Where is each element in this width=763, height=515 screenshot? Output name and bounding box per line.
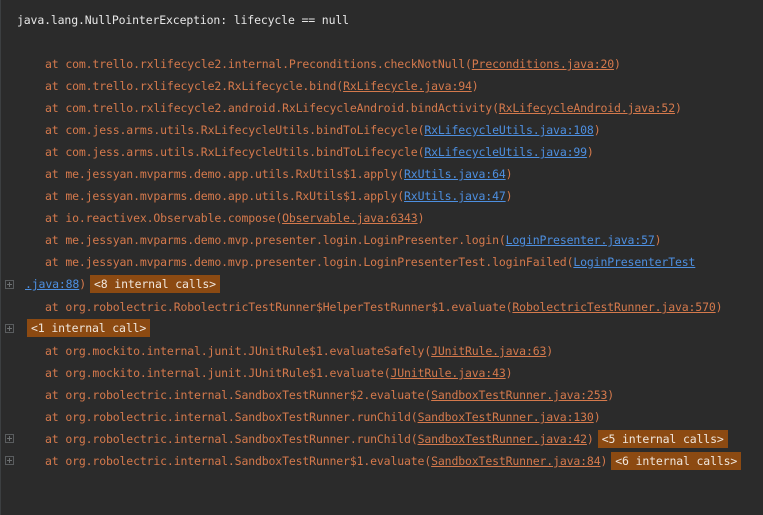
source-link[interactable]: SandboxTestRunner.java:84	[431, 454, 600, 468]
plus-square-icon[interactable]	[5, 280, 14, 289]
frame-at: at	[45, 123, 66, 137]
source-link[interactable]: LoginPresenter.java:57	[506, 233, 655, 247]
frame-at: at	[45, 233, 66, 247]
source-link[interactable]: RxLifecycleUtils.java:99	[424, 145, 587, 159]
source-link[interactable]: RxUtils.java:47	[404, 189, 506, 203]
stack-frame: at io.reactivex.Observable.compose(Obser…	[45, 211, 425, 225]
source-link[interactable]: RxLifecycleUtils.java:108	[424, 123, 593, 137]
source-link[interactable]: .java:88	[25, 277, 79, 291]
frame-at: at	[45, 454, 66, 468]
stack-frame: at org.robolectric.internal.SandboxTestR…	[45, 388, 615, 402]
stack-frame: at com.trello.rxlifecycle2.android.RxLif…	[45, 101, 682, 115]
internal-call-row: <1 internal call>	[23, 319, 151, 337]
source-link[interactable]: RxUtils.java:64	[404, 167, 506, 181]
stack-frame: at org.robolectric.RobolectricTestRunner…	[45, 300, 723, 314]
stack-frame: at me.jessyan.mvparms.demo.mvp.presenter…	[45, 233, 662, 247]
stack-frame: at org.robolectric.internal.SandboxTestR…	[45, 430, 728, 448]
frame-method: com.trello.rxlifecycle2.internal.Precond…	[65, 57, 465, 71]
frame-method: me.jessyan.mvparms.demo.mvp.presenter.lo…	[65, 255, 567, 269]
plus-square-icon[interactable]	[5, 434, 14, 443]
internal-calls-badge[interactable]: <8 internal calls>	[89, 275, 220, 293]
stack-frame: at org.mockito.internal.junit.JUnitRule$…	[45, 344, 554, 358]
frame-at: at	[45, 410, 66, 424]
frame-at: at	[45, 79, 66, 93]
frame-at: at	[45, 57, 66, 71]
frame-at: at	[45, 145, 66, 159]
frame-method: org.robolectric.internal.SandboxTestRunn…	[65, 454, 425, 468]
source-link[interactable]: Preconditions.java:20	[472, 57, 614, 71]
source-link[interactable]: LoginPresenterTest	[573, 255, 695, 269]
stack-frame: at org.mockito.internal.junit.JUnitRule$…	[45, 366, 513, 380]
internal-calls-badge[interactable]: <1 internal call>	[27, 319, 151, 337]
source-link[interactable]: SandboxTestRunner.java:130	[418, 410, 594, 424]
source-link[interactable]: JUnitRule.java:63	[431, 344, 546, 358]
frame-method: me.jessyan.mvparms.demo.app.utils.RxUtil…	[65, 167, 398, 181]
console-output: java.lang.NullPointerException: lifecycl…	[0, 0, 763, 515]
frame-method: org.mockito.internal.junit.JUnitRule$1.e…	[65, 366, 384, 380]
stack-frame: at com.jess.arms.utils.RxLifecycleUtils.…	[45, 145, 594, 159]
frame-method: me.jessyan.mvparms.demo.mvp.presenter.lo…	[65, 233, 499, 247]
frame-at: at	[45, 300, 66, 314]
source-link[interactable]: SandboxTestRunner.java:253	[431, 388, 607, 402]
internal-calls-badge[interactable]: <6 internal calls>	[611, 452, 742, 470]
frame-at: at	[45, 432, 66, 446]
frame-method: org.mockito.internal.junit.JUnitRule$1.e…	[65, 344, 425, 358]
frame-at: at	[45, 101, 66, 115]
stack-frame: at com.trello.rxlifecycle2.RxLifecycle.b…	[45, 79, 479, 93]
frame-method: com.jess.arms.utils.RxLifecycleUtils.bin…	[65, 145, 418, 159]
stack-frame: at me.jessyan.mvparms.demo.app.utils.RxU…	[45, 167, 513, 181]
stack-frame: at org.robolectric.internal.SandboxTestR…	[45, 410, 601, 424]
exception-message: java.lang.NullPointerException: lifecycl…	[17, 13, 349, 27]
frame-method: com.trello.rxlifecycle2.RxLifecycle.bind	[65, 79, 337, 93]
source-link[interactable]: Observable.java:6343	[282, 211, 418, 225]
stack-frame: at me.jessyan.mvparms.demo.app.utils.RxU…	[45, 189, 513, 203]
source-link[interactable]: SandboxTestRunner.java:42	[418, 432, 587, 446]
source-link[interactable]: JUnitRule.java:43	[390, 366, 505, 380]
frame-at: at	[45, 167, 66, 181]
plus-square-icon[interactable]	[5, 456, 14, 465]
stack-frame: at com.trello.rxlifecycle2.internal.Prec…	[45, 57, 621, 71]
source-link[interactable]: RxLifecycleAndroid.java:52	[499, 101, 675, 115]
source-link[interactable]: RxLifecycle.java:94	[343, 79, 472, 93]
frame-method: org.robolectric.internal.SandboxTestRunn…	[65, 388, 425, 402]
frame-method: com.jess.arms.utils.RxLifecycleUtils.bin…	[65, 123, 418, 137]
frame-method: me.jessyan.mvparms.demo.app.utils.RxUtil…	[65, 189, 398, 203]
stack-frame: at me.jessyan.mvparms.demo.mvp.presenter…	[45, 255, 696, 269]
internal-calls-badge[interactable]: <5 internal calls>	[597, 430, 728, 448]
frame-at: at	[45, 211, 66, 225]
plus-square-icon[interactable]	[5, 324, 14, 333]
frame-at: at	[45, 255, 66, 269]
frame-method: io.reactivex.Observable.compose	[65, 211, 276, 225]
frame-method: org.robolectric.RobolectricTestRunner$He…	[65, 300, 506, 314]
source-link[interactable]: RobolectricTestRunner.java:570	[512, 300, 715, 314]
stack-frame: at org.robolectric.internal.SandboxTestR…	[45, 452, 742, 470]
frame-at: at	[45, 344, 66, 358]
stack-frame-wrap: .java:88) <8 internal calls>	[25, 275, 220, 293]
frame-at: at	[45, 189, 66, 203]
frame-method: com.trello.rxlifecycle2.android.RxLifecy…	[65, 101, 493, 115]
frame-method: org.robolectric.internal.SandboxTestRunn…	[65, 432, 411, 446]
frame-at: at	[45, 366, 66, 380]
frame-method: org.robolectric.internal.SandboxTestRunn…	[65, 410, 411, 424]
stack-frame: at com.jess.arms.utils.RxLifecycleUtils.…	[45, 123, 601, 137]
frame-at: at	[45, 388, 66, 402]
